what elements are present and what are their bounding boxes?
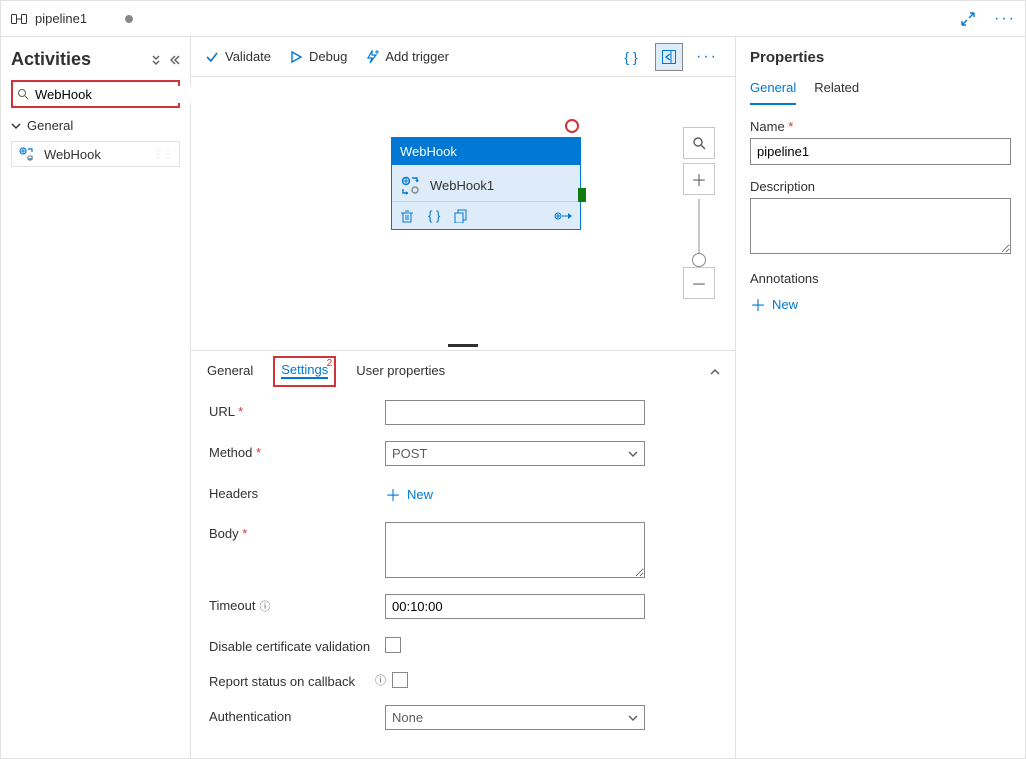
- report-status-checkbox[interactable]: [392, 672, 408, 688]
- zoom-out-button[interactable]: －: [683, 267, 715, 299]
- props-annot-label: Annotations: [750, 271, 1011, 286]
- url-label: URL: [209, 400, 385, 419]
- properties-title: Properties: [750, 49, 1011, 66]
- timeout-label: Timeoutⓘ: [209, 594, 385, 614]
- collapse-sections-icon[interactable]: [150, 54, 162, 66]
- plus-icon: ＋: [385, 482, 401, 506]
- unsaved-indicator-icon: [125, 15, 133, 23]
- trigger-icon: [365, 50, 379, 64]
- auth-select[interactable]: None: [385, 705, 645, 730]
- plus-icon: ＋: [750, 292, 766, 316]
- debug-button[interactable]: Debug: [289, 49, 347, 64]
- activity-webhook[interactable]: WebHook ⋮⋮: [11, 141, 180, 167]
- props-desc-label: Description: [750, 179, 1011, 194]
- pipeline-canvas[interactable]: WebHook WebHook1 { }: [191, 77, 735, 340]
- title-bar: pipeline1 ···: [1, 1, 1025, 37]
- collapse-panel-icon[interactable]: [168, 54, 180, 66]
- settings-error-count: 2: [327, 358, 333, 369]
- props-tab-general[interactable]: General: [750, 80, 796, 105]
- properties-panel: Properties General Related Name Descript…: [735, 37, 1025, 758]
- properties-panel-icon: [661, 49, 677, 65]
- check-icon: [205, 50, 219, 64]
- headers-new-button[interactable]: ＋ New: [385, 482, 433, 506]
- webhook-node[interactable]: WebHook WebHook1 { }: [391, 137, 581, 230]
- timeout-input[interactable]: [385, 594, 645, 619]
- zoom-fit-button[interactable]: [683, 127, 715, 159]
- panel-resize-handle[interactable]: [191, 340, 735, 350]
- report-status-label: Report status on callback: [209, 670, 385, 689]
- auth-label: Authentication: [209, 705, 385, 724]
- drag-grip-icon: ⋮⋮: [153, 149, 173, 160]
- section-general-label: General: [27, 118, 73, 133]
- expand-icon[interactable]: [961, 12, 985, 26]
- zoom-slider-thumb[interactable]: [692, 253, 706, 267]
- validation-error-marker-icon: [565, 119, 579, 133]
- props-name-label: Name: [750, 119, 1011, 134]
- pipeline-tab-title: pipeline1: [35, 11, 87, 26]
- search-icon: [17, 88, 29, 100]
- method-select[interactable]: POST: [385, 441, 645, 466]
- activities-panel: Activities: [1, 37, 191, 758]
- activities-title: Activities: [11, 49, 91, 70]
- node-name-label: WebHook1: [430, 178, 494, 193]
- braces-icon: { }: [624, 49, 637, 65]
- headers-label: Headers: [209, 482, 385, 501]
- more-icon: ···: [696, 48, 718, 66]
- annotation-new-button[interactable]: ＋ New: [750, 292, 1011, 316]
- zoom-controls: ＋ －: [683, 127, 715, 299]
- node-output-connector[interactable]: [578, 188, 586, 202]
- node-next-button[interactable]: [554, 210, 572, 222]
- pipeline-icon: [11, 12, 27, 26]
- activity-search[interactable]: [11, 80, 180, 108]
- tab-user-properties[interactable]: User properties: [354, 355, 447, 388]
- info-icon[interactable]: ⓘ: [259, 601, 270, 613]
- pipeline-tab[interactable]: pipeline1: [1, 11, 191, 26]
- json-view-button[interactable]: { }: [617, 43, 645, 71]
- play-icon: [289, 50, 303, 64]
- node-code-button[interactable]: { }: [428, 208, 440, 223]
- validate-label: Validate: [225, 49, 271, 64]
- headers-new-label: New: [407, 487, 433, 502]
- activity-webhook-label: WebHook: [44, 147, 101, 162]
- disable-cert-checkbox[interactable]: [385, 637, 401, 653]
- auth-value: None: [392, 710, 423, 725]
- add-trigger-button[interactable]: Add trigger: [365, 49, 449, 64]
- chevron-down-icon: [11, 121, 21, 131]
- props-desc-input[interactable]: [750, 198, 1011, 254]
- collapse-config-panel-button[interactable]: [709, 366, 721, 378]
- props-name-input[interactable]: [750, 138, 1011, 165]
- info-icon[interactable]: ⓘ: [375, 672, 386, 688]
- properties-toggle-button[interactable]: [655, 43, 683, 71]
- body-label: Body: [209, 522, 385, 541]
- method-value: POST: [392, 446, 427, 461]
- chevron-down-icon: [628, 713, 638, 723]
- body-input[interactable]: [385, 522, 645, 578]
- method-label: Method: [209, 441, 385, 460]
- section-general[interactable]: General: [11, 118, 180, 133]
- node-type-label: WebHook: [392, 138, 580, 165]
- url-input[interactable]: [385, 400, 645, 425]
- add-trigger-label: Add trigger: [385, 49, 449, 64]
- tab-settings[interactable]: Settings: [281, 362, 328, 379]
- node-copy-button[interactable]: [454, 209, 468, 223]
- canvas-toolbar: Validate Debug Add trigger { }: [191, 37, 735, 77]
- toolbar-more-button[interactable]: ···: [693, 43, 721, 71]
- validate-button[interactable]: Validate: [205, 49, 271, 64]
- debug-label: Debug: [309, 49, 347, 64]
- chevron-down-icon: [628, 449, 638, 459]
- disable-cert-label: Disable certificate validation: [209, 635, 385, 654]
- more-icon[interactable]: ···: [993, 10, 1017, 28]
- webhook-activity-icon: [18, 146, 36, 162]
- tab-general[interactable]: General: [205, 355, 255, 388]
- annotation-new-label: New: [772, 297, 798, 312]
- activity-search-input[interactable]: [33, 86, 213, 103]
- node-delete-button[interactable]: [400, 209, 414, 223]
- activity-config-panel: General Settings 2 User properties URL: [191, 350, 735, 758]
- props-tab-related[interactable]: Related: [814, 80, 859, 105]
- zoom-in-button[interactable]: ＋: [683, 163, 715, 195]
- webhook-node-icon: [400, 175, 422, 195]
- zoom-slider[interactable]: [698, 199, 700, 263]
